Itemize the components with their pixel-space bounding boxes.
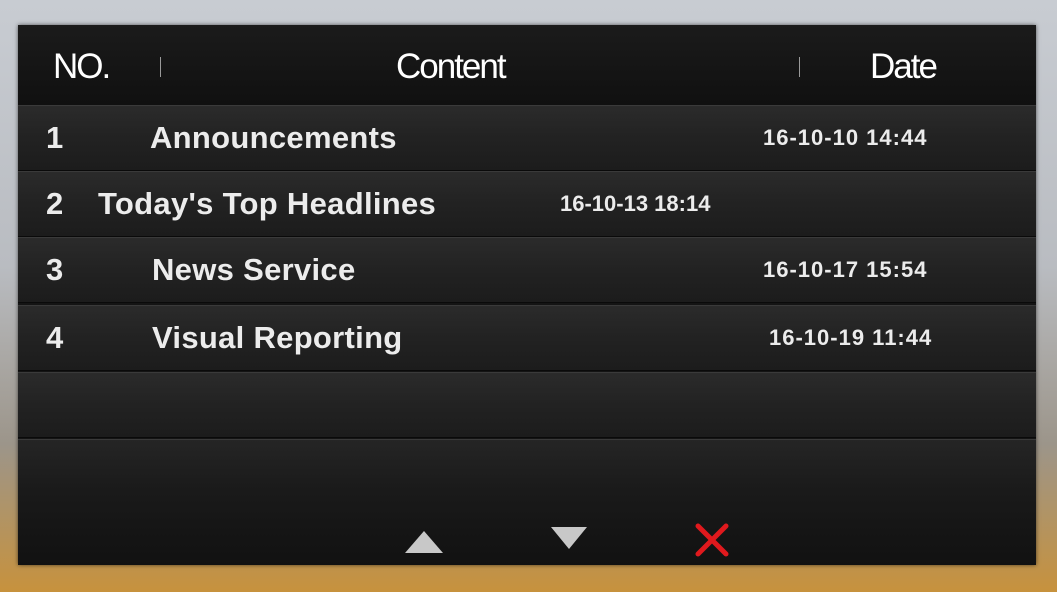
item-date: 16-10-10 14:44	[763, 125, 928, 150]
list-item[interactable]: 2 Today's Top Headlines 16-10-13 18:14	[18, 171, 1036, 237]
list-item[interactable]: 4 Visual Reporting 16-10-19 11:44	[18, 305, 1036, 371]
item-content: News Service	[152, 252, 356, 287]
scroll-up-button[interactable]	[404, 530, 444, 554]
header-separator	[799, 57, 800, 77]
item-content: Announcements	[150, 120, 397, 155]
item-date: 16-10-17 15:54	[763, 257, 928, 282]
item-content: Today's Top Headlines	[98, 186, 437, 221]
news-list-panel: NO. Content Date 1 Announcements 16-10-1…	[18, 25, 1036, 565]
table-header: NO. Content Date	[18, 25, 1036, 106]
item-number: 1	[46, 120, 64, 155]
item-number: 3	[46, 252, 64, 287]
item-number: 2	[46, 186, 64, 221]
item-date: 16-10-19 11:44	[769, 325, 933, 350]
header-no: NO.	[53, 47, 111, 86]
toolbar	[18, 439, 1036, 565]
delete-button[interactable]	[694, 522, 730, 558]
list-item[interactable]: 3 News Service 16-10-17 15:54	[18, 237, 1036, 303]
empty-list-item	[18, 372, 1036, 438]
item-number: 4	[46, 320, 64, 355]
item-content: Visual Reporting	[152, 320, 403, 355]
close-icon	[695, 523, 729, 557]
header-separator	[160, 57, 161, 77]
item-date: 16-10-13 18:14	[560, 191, 711, 216]
header-date: Date	[870, 47, 938, 86]
scroll-down-button[interactable]	[550, 526, 588, 550]
triangle-down-icon	[551, 527, 587, 549]
list-item[interactable]: 1 Announcements 16-10-10 14:44	[18, 105, 1036, 171]
triangle-up-icon	[405, 531, 443, 553]
header-content: Content	[396, 47, 507, 86]
